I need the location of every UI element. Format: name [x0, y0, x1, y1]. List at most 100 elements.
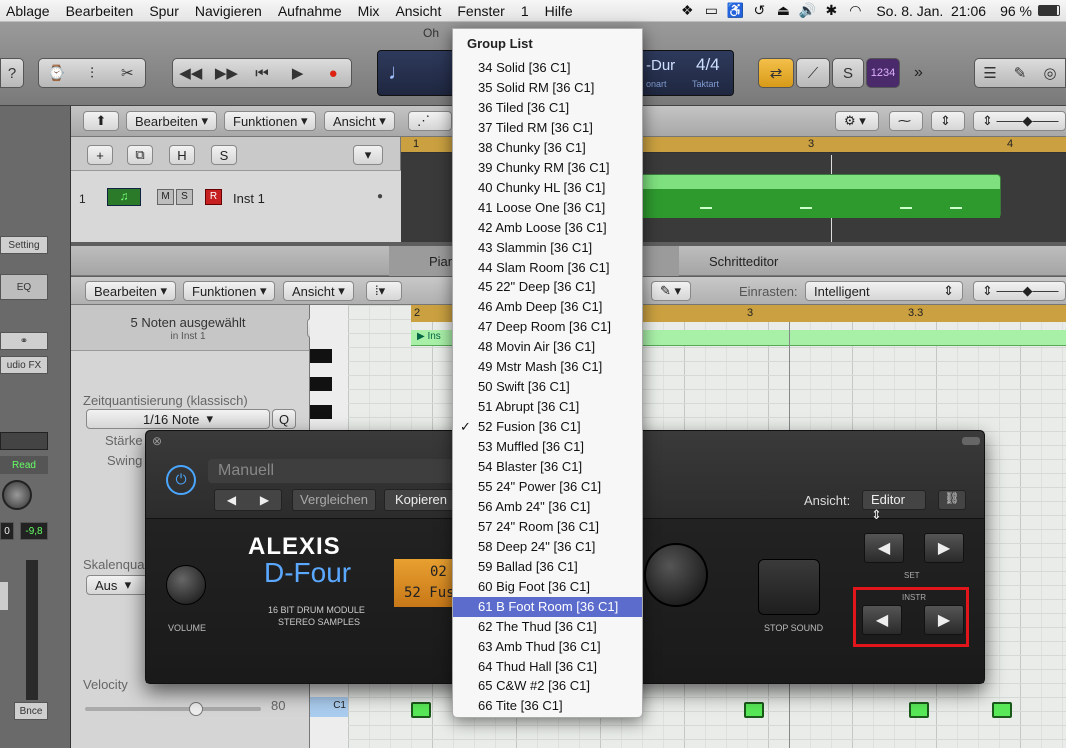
- group-list-item[interactable]: 44 Slam Room [36 C1]: [453, 258, 642, 278]
- group-list-item[interactable]: 35 Solid RM [36 C1]: [453, 78, 642, 98]
- next-preset-icon[interactable]: ▶: [260, 493, 269, 507]
- quantize-q-button[interactable]: Q: [272, 409, 296, 429]
- to-start-icon[interactable]: ⏮: [244, 65, 280, 82]
- notepad-icon[interactable]: ✎: [1005, 64, 1035, 82]
- group-list-item[interactable]: ✓ 52 Fusion [36 C1]: [453, 417, 642, 437]
- forward-icon[interactable]: ▶▶: [209, 64, 245, 82]
- power-icon[interactable]: ⏻: [166, 465, 196, 495]
- menu-spur[interactable]: Spur: [141, 3, 187, 19]
- data-wheel[interactable]: [644, 543, 708, 607]
- record-arm-button[interactable]: R: [205, 189, 222, 205]
- group-list-item[interactable]: 61 B Foot Room [36 C1]: [453, 596, 642, 617]
- automation-read[interactable]: Read: [0, 456, 48, 474]
- time-signature[interactable]: 4/4: [696, 55, 720, 75]
- copy-button[interactable]: Kopieren: [384, 489, 458, 511]
- rewind-icon[interactable]: ◀◀: [173, 64, 209, 82]
- group-list-item[interactable]: 57 24" Room [36 C1]: [453, 517, 642, 537]
- datetime[interactable]: So. 8. Jan. 21:06: [876, 3, 986, 19]
- view-select[interactable]: Editor ⇕: [862, 490, 926, 522]
- group-list-item[interactable]: 38 Chunky [36 C1]: [453, 138, 642, 158]
- volume-icon[interactable]: 🔊: [798, 2, 816, 19]
- group-list-item[interactable]: 34 Solid [36 C1]: [453, 58, 642, 78]
- group-list-item[interactable]: 42 Amb Loose [36 C1]: [453, 218, 642, 238]
- solo-button[interactable]: S: [832, 58, 864, 88]
- midi-region[interactable]: [639, 174, 1001, 218]
- collapse-icon[interactable]: ▾: [353, 145, 383, 165]
- group-list-item[interactable]: 39 Chunky RM [36 C1]: [453, 158, 642, 178]
- velocity-slider-thumb[interactable]: [189, 702, 203, 716]
- wifi-icon[interactable]: ◠: [846, 2, 864, 19]
- instr-next-button[interactable]: ▶: [924, 605, 964, 635]
- group-list-item[interactable]: 37 Tiled RM [36 C1]: [453, 118, 642, 138]
- eject-icon[interactable]: ⏏: [774, 2, 792, 19]
- menu-bearbeiten[interactable]: Bearbeiten: [58, 3, 142, 19]
- group-list-item[interactable]: 41 Loose One [36 C1]: [453, 198, 642, 218]
- group-list-item[interactable]: 48 Movin Air [36 C1]: [453, 337, 642, 357]
- midi-note[interactable]: [992, 702, 1012, 718]
- group-list-item[interactable]: 53 Muffled [36 C1]: [453, 437, 642, 457]
- black-key[interactable]: [310, 405, 332, 419]
- bounce-button[interactable]: Bnce: [14, 702, 48, 720]
- metronome-icon[interactable]: ♩: [388, 59, 410, 85]
- pan-knob[interactable]: [2, 480, 32, 510]
- add-track-button[interactable]: +: [87, 145, 113, 165]
- tracks-menu-view[interactable]: Ansicht ▾: [324, 111, 395, 131]
- window-resize-icon[interactable]: [962, 437, 980, 445]
- solo-track-button[interactable]: S: [176, 189, 193, 205]
- menu-hilfe[interactable]: Hilfe: [537, 3, 581, 19]
- record-icon[interactable]: ●: [315, 65, 351, 82]
- audio-fx-slot[interactable]: udio FX: [0, 356, 48, 374]
- pr-menu-functions[interactable]: Funktionen ▾: [183, 281, 276, 301]
- eq-button[interactable]: EQ: [0, 274, 48, 300]
- group-list-item[interactable]: 62 The Thud [36 C1]: [453, 617, 642, 637]
- send-slot[interactable]: [0, 432, 48, 450]
- menu-aufnahme[interactable]: Aufnahme: [270, 3, 350, 19]
- menu-navigieren[interactable]: Navigieren: [187, 3, 270, 19]
- setting-button[interactable]: Setting: [0, 236, 48, 254]
- stop-sound-button[interactable]: [758, 559, 820, 615]
- group-list-item[interactable]: 54 Blaster [36 C1]: [453, 457, 642, 477]
- mixer-icon[interactable]: ⫶: [74, 65, 109, 82]
- global-solo-button[interactable]: S: [211, 145, 237, 165]
- time-machine-icon[interactable]: ↺: [750, 2, 768, 19]
- help-button[interactable]: ?: [0, 58, 24, 88]
- instr-prev-button[interactable]: ◀: [862, 605, 902, 635]
- set-next-button[interactable]: ▶: [924, 533, 964, 563]
- group-list-item[interactable]: 47 Deep Room [36 C1]: [453, 317, 642, 337]
- tracks-menu-functions[interactable]: Funktionen ▾: [224, 111, 317, 131]
- menu-1[interactable]: 1: [513, 3, 537, 19]
- menu-ansicht[interactable]: Ansicht: [387, 3, 449, 19]
- gear-icon[interactable]: ⚙ ▾: [835, 111, 879, 131]
- loops-icon[interactable]: ◎: [1035, 64, 1065, 82]
- tracks-menu-edit[interactable]: Bearbeiten ▾: [126, 111, 218, 131]
- menu-ablage[interactable]: Ablage: [0, 3, 58, 19]
- play-icon[interactable]: ▶: [280, 64, 316, 82]
- menu-fenster[interactable]: Fenster: [449, 3, 512, 19]
- list-icon[interactable]: ☰: [975, 64, 1005, 82]
- group-list-item[interactable]: 36 Tiled [36 C1]: [453, 98, 642, 118]
- waveform-icon[interactable]: ⁓: [889, 111, 923, 131]
- tuner-icon[interactable]: ⟋: [796, 58, 830, 88]
- midi-note[interactable]: [411, 702, 431, 718]
- midi-note[interactable]: [744, 702, 764, 718]
- group-list-item[interactable]: 45 22" Deep [36 C1]: [453, 277, 642, 297]
- group-list-item[interactable]: 63 Amb Thud [36 C1]: [453, 637, 642, 657]
- midi-note[interactable]: [909, 702, 929, 718]
- pr-menu-view[interactable]: Ansicht ▾: [283, 281, 354, 301]
- black-key[interactable]: [310, 349, 332, 363]
- group-list-item[interactable]: 43 Slammin [36 C1]: [453, 238, 642, 258]
- group-list-item[interactable]: 66 Tite [36 C1]: [453, 696, 642, 716]
- group-list-item[interactable]: 59 Ballad [36 C1]: [453, 557, 642, 577]
- key-c1[interactable]: C1: [310, 697, 348, 717]
- volume-knob[interactable]: [166, 565, 206, 605]
- editors-icon[interactable]: ✂: [110, 64, 145, 82]
- group-list-item[interactable]: 65 C&W #2 [36 C1]: [453, 676, 642, 696]
- battery-icon[interactable]: [1038, 5, 1060, 16]
- tab-step-editor[interactable]: Schritteditor: [679, 246, 817, 276]
- accessibility-icon[interactable]: ♿: [726, 2, 744, 19]
- back-icon[interactable]: ⬆: [83, 111, 119, 131]
- quantize-select[interactable]: 1/16 Note ▾: [86, 409, 270, 429]
- pr-tool-icon[interactable]: ⁞▾: [366, 281, 402, 301]
- group-list-item[interactable]: 49 Mstr Mash [36 C1]: [453, 357, 642, 377]
- fit-icon[interactable]: ⇕: [931, 111, 965, 131]
